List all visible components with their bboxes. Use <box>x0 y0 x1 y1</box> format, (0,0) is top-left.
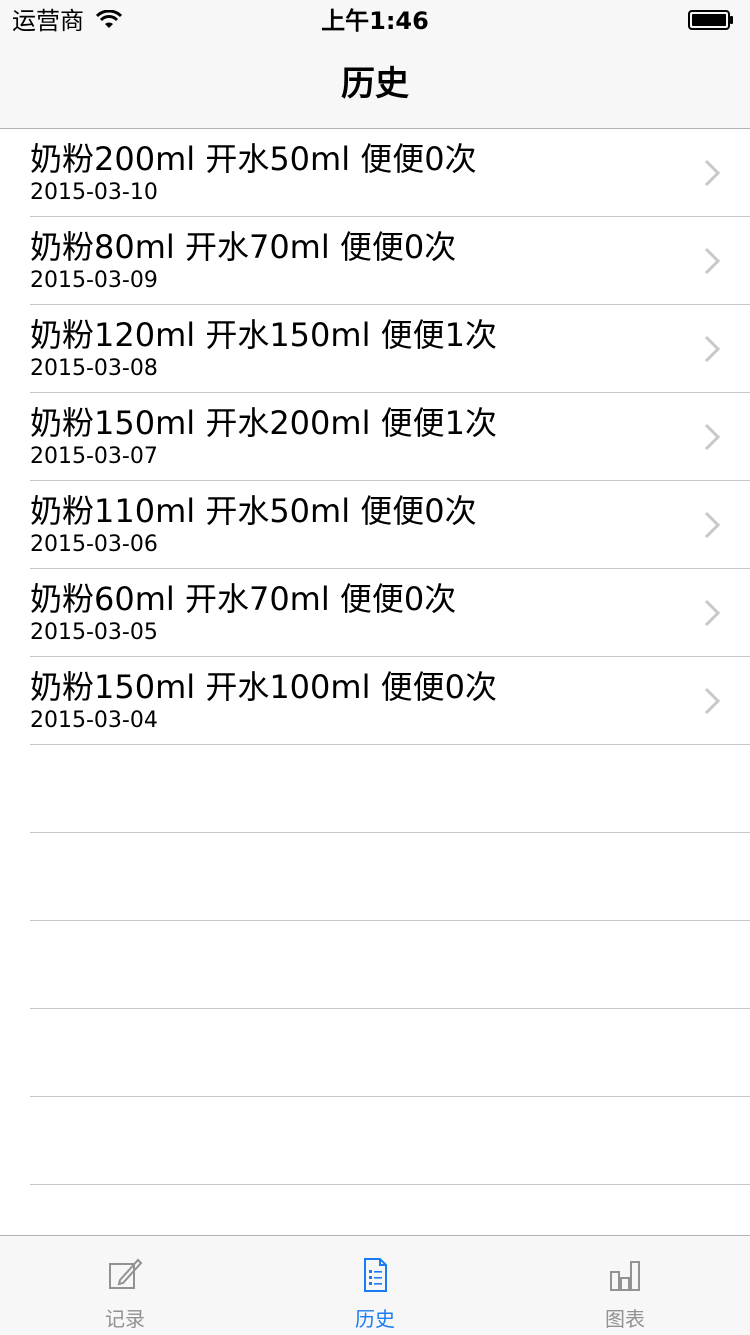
chevron-right-icon <box>704 159 720 187</box>
tab-history[interactable]: 历史 <box>250 1236 500 1335</box>
list-icon <box>364 1258 387 1292</box>
tab-label: 记录 <box>105 1307 145 1331</box>
history-row[interactable]: 奶粉150ml 开水200ml 便便1次 2015-03-07 <box>30 393 750 481</box>
tab-bar: 记录 历史 图表 <box>0 1235 750 1335</box>
history-row-date: 2015-03-08 <box>30 356 158 381</box>
tab-label: 图表 <box>605 1307 645 1331</box>
chevron-right-icon <box>704 247 720 275</box>
history-row-title: 奶粉60ml 开水70ml 便便0次 <box>30 580 457 618</box>
chevron-right-icon <box>704 511 720 539</box>
history-row[interactable]: 奶粉80ml 开水70ml 便便0次 2015-03-09 <box>30 217 750 305</box>
history-row[interactable]: 奶粉110ml 开水50ml 便便0次 2015-03-06 <box>30 481 750 569</box>
empty-row <box>30 921 750 1009</box>
status-time: 上午1:46 <box>321 7 429 35</box>
empty-row <box>30 1097 750 1185</box>
history-row-title: 奶粉150ml 开水100ml 便便0次 <box>30 668 497 706</box>
tab-label: 历史 <box>355 1307 395 1331</box>
history-row[interactable]: 奶粉150ml 开水100ml 便便0次 2015-03-04 <box>30 657 750 745</box>
empty-row <box>30 833 750 921</box>
history-row[interactable]: 奶粉120ml 开水150ml 便便1次 2015-03-08 <box>30 305 750 393</box>
history-row[interactable]: 奶粉60ml 开水70ml 便便0次 2015-03-05 <box>30 569 750 657</box>
history-row[interactable]: 奶粉200ml 开水50ml 便便0次 2015-03-10 <box>30 129 750 217</box>
history-row-date: 2015-03-05 <box>30 620 158 645</box>
history-row-date: 2015-03-04 <box>30 708 158 733</box>
page-title: 历史 <box>341 64 409 104</box>
chevron-right-icon <box>704 335 720 363</box>
history-row-date: 2015-03-06 <box>30 532 158 557</box>
history-row-date: 2015-03-07 <box>30 444 158 469</box>
empty-row <box>30 745 750 833</box>
history-row-title: 奶粉110ml 开水50ml 便便0次 <box>30 492 477 530</box>
compose-icon <box>109 1258 143 1289</box>
tab-chart[interactable]: 图表 <box>500 1236 750 1335</box>
history-row-date: 2015-03-10 <box>30 180 158 205</box>
history-row-title: 奶粉200ml 开水50ml 便便0次 <box>30 140 477 178</box>
battery-icon <box>688 10 733 30</box>
top-bar: 运营商 上午1:46 历史 <box>0 0 750 129</box>
chevron-right-icon <box>704 423 720 451</box>
status-bar: 运营商 上午1:46 <box>0 0 750 40</box>
history-row-title: 奶粉150ml 开水200ml 便便1次 <box>30 404 497 442</box>
history-row-title: 奶粉80ml 开水70ml 便便0次 <box>30 228 457 266</box>
chevron-right-icon <box>704 599 720 627</box>
history-row-title: 奶粉120ml 开水150ml 便便1次 <box>30 316 497 354</box>
bar-chart-icon <box>610 1261 640 1291</box>
chevron-right-icon <box>704 687 720 715</box>
history-list: 奶粉200ml 开水50ml 便便0次 2015-03-10 奶粉80ml 开水70… <box>0 129 750 1185</box>
tab-record[interactable]: 记录 <box>0 1236 250 1335</box>
history-row-date: 2015-03-09 <box>30 268 158 293</box>
empty-row <box>30 1009 750 1097</box>
